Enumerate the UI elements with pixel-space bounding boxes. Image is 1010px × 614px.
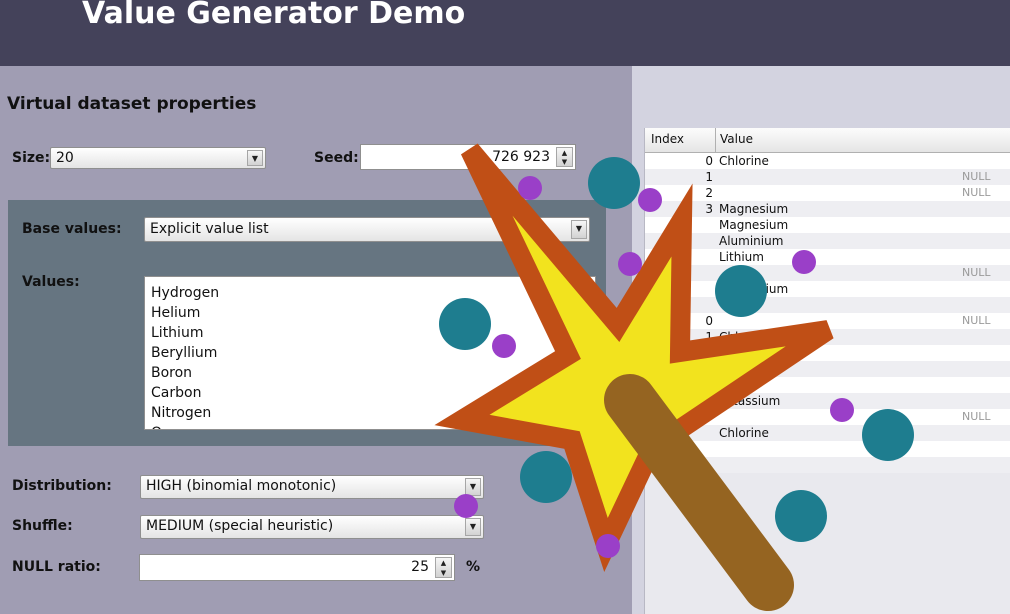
magic-wand-icon bbox=[434, 143, 914, 611]
sparkle-dot bbox=[439, 298, 491, 350]
sparkle-dot bbox=[618, 252, 642, 276]
sparkle-dot bbox=[588, 157, 640, 209]
sparkle-dot bbox=[520, 451, 572, 503]
sparkle-dot bbox=[715, 265, 767, 317]
sparkle-dot bbox=[492, 334, 516, 358]
sparkle-dot bbox=[862, 409, 914, 461]
sparkle-dot bbox=[518, 176, 542, 200]
sparkle-dot bbox=[775, 490, 827, 542]
sparkle-dot bbox=[638, 188, 662, 212]
sparkle-dot bbox=[596, 534, 620, 558]
sparkle-dot bbox=[830, 398, 854, 422]
sparkle-dot bbox=[792, 250, 816, 274]
sparkle-dot bbox=[454, 494, 478, 518]
